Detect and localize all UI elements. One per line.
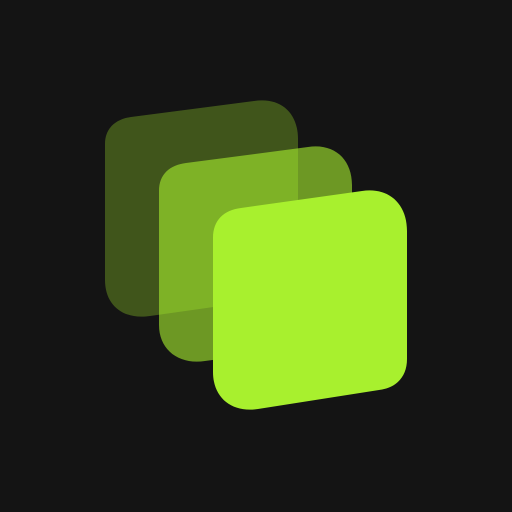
front-layer: [213, 190, 407, 410]
app-icon-canvas: [0, 0, 512, 512]
stacked-layers-icon: [0, 0, 512, 512]
